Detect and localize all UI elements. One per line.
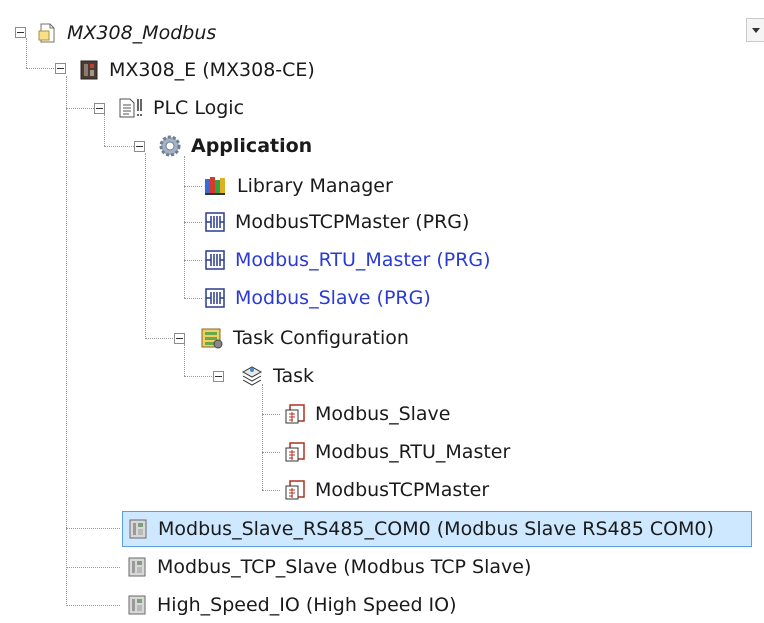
tree-node-task-configuration[interactable]: Task Configuration (200, 323, 412, 353)
tree-line (184, 298, 202, 299)
tree-node-high-speed-io[interactable]: High_Speed_IO (High Speed IO) (126, 590, 460, 620)
tree-line (66, 605, 120, 606)
tree-node-label: Modbus_TCP_Slave (Modbus TCP Slave) (157, 556, 532, 578)
tree-node-device[interactable]: MX308_E (MX308-CE) (78, 55, 318, 85)
dropdown-arrow-icon[interactable] (746, 18, 764, 42)
tree-line (184, 260, 202, 261)
plc-device-icon (78, 59, 100, 81)
task-configuration-icon (200, 326, 224, 350)
tree-node-tcp-slave[interactable]: Modbus_TCP_Slave (Modbus TCP Slave) (126, 552, 534, 582)
collapse-toggle-plc-logic[interactable] (94, 103, 105, 114)
program-icon (204, 249, 226, 271)
program-icon (204, 287, 226, 309)
tree-node-label: Task (273, 365, 315, 387)
library-books-icon (204, 175, 228, 197)
tree-node-library-manager[interactable]: Library Manager (204, 171, 396, 201)
tree-node-rs485-com0[interactable]: Modbus_Slave_RS485_COM0 (Modbus Slave RS… (122, 511, 752, 547)
tree-line (66, 76, 67, 606)
tree-line (184, 222, 202, 223)
tree-line (104, 146, 134, 147)
tree-line (66, 528, 120, 529)
tree-line (184, 186, 202, 187)
program-call-icon (284, 441, 306, 463)
collapse-toggle-root[interactable] (15, 27, 26, 38)
tree-node-label: ModbusTCPMaster (315, 479, 490, 501)
tree-node-label: Modbus_RTU_Master (PRG) (235, 249, 491, 271)
tree-line (66, 567, 120, 568)
collapse-toggle-application[interactable] (134, 141, 145, 152)
tree-node-call-rtu-master[interactable]: Modbus_RTU_Master (284, 437, 513, 467)
tree-line (184, 376, 214, 377)
tree-node-label: Modbus_Slave_RS485_COM0 (Modbus Slave RS… (158, 518, 714, 540)
tree-line (262, 384, 263, 490)
tree-node-label: MX308_Modbus (67, 22, 217, 44)
program-icon (204, 211, 226, 233)
tree-node-task[interactable]: Task (240, 361, 317, 391)
tree-node-call-slave[interactable]: Modbus_Slave (284, 399, 454, 429)
collapse-toggle-task-configuration[interactable] (174, 333, 185, 344)
collapse-toggle-task[interactable] (213, 371, 224, 382)
tree-line (145, 338, 175, 339)
collapse-toggle-device[interactable] (55, 63, 66, 74)
tree-node-label: Task Configuration (233, 327, 409, 349)
gear-icon (158, 134, 182, 158)
tree-line (184, 156, 185, 298)
tree-node-label: Modbus_RTU_Master (315, 441, 511, 463)
tree-node-prg-tcp-master[interactable]: ModbusTCPMaster (PRG) (204, 207, 472, 237)
tree-node-plc-logic[interactable]: PLC Logic (118, 93, 247, 123)
tree-node-prg-rtu-master[interactable]: Modbus_RTU_Master (PRG) (204, 245, 494, 275)
tree-node-application[interactable]: Application (158, 131, 315, 161)
tree-node-call-tcp-master[interactable]: ModbusTCPMaster (284, 475, 492, 505)
task-stack-icon (240, 364, 264, 388)
tree-node-label: Modbus_Slave (315, 403, 451, 425)
tree-line (26, 38, 27, 68)
tree-line (262, 414, 280, 415)
io-module-icon (126, 594, 148, 616)
device-tree: MX308_Modbus MX308_E (MX308-CE) PLC Logi… (0, 0, 764, 623)
tree-node-label: Library Manager (237, 175, 393, 197)
tree-node-label: ModbusTCPMaster (PRG) (235, 211, 470, 233)
tree-node-label: PLC Logic (153, 97, 245, 119)
io-module-icon (127, 518, 149, 540)
project-icon (36, 22, 58, 44)
tree-line (262, 452, 280, 453)
tree-node-label: MX308_E (MX308-CE) (109, 59, 315, 81)
tree-line (262, 490, 280, 491)
tree-node-label: High_Speed_IO (High Speed IO) (157, 594, 457, 616)
tree-line (104, 114, 105, 146)
tree-node-label: Modbus_Slave (PRG) (235, 287, 431, 309)
plc-logic-icon (118, 97, 144, 119)
tree-line (145, 153, 146, 339)
program-call-icon (284, 479, 306, 501)
tree-line (66, 108, 96, 109)
io-module-icon (126, 556, 148, 578)
tree-node-label: Application (191, 135, 313, 157)
tree-line (184, 344, 185, 376)
program-call-icon (284, 403, 306, 425)
tree-node-root[interactable]: MX308_Modbus (36, 18, 219, 48)
tree-node-prg-slave[interactable]: Modbus_Slave (PRG) (204, 283, 434, 313)
